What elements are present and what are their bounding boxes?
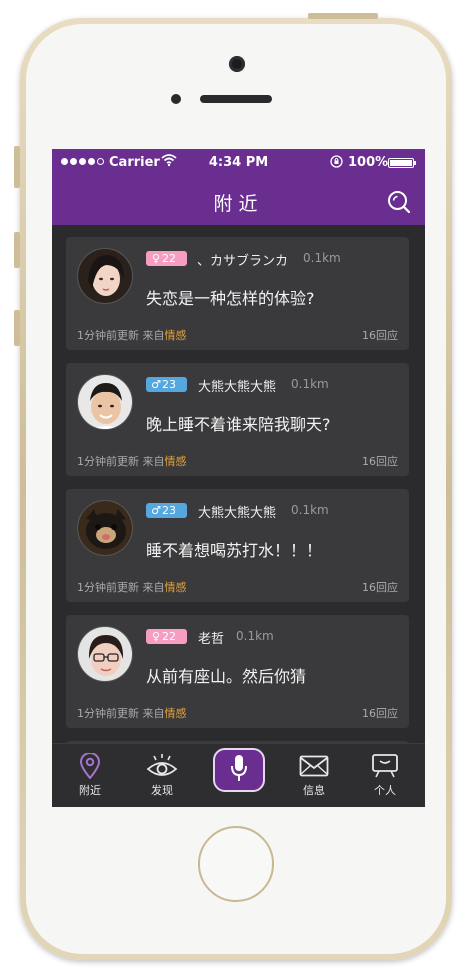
post-text[interactable]: 晚上睡不着谁来陪我聊天? — [146, 411, 331, 435]
front-camera — [229, 56, 245, 72]
power-button — [308, 13, 378, 19]
user-name[interactable]: 大熊大熊大熊 — [198, 502, 276, 521]
gender-age-badge: ♀ 22 — [146, 629, 187, 644]
gender-age-badge: ♀ 22 — [146, 251, 187, 266]
distance-label: 0.1km — [303, 251, 341, 265]
category-link[interactable]: 情感 — [165, 455, 187, 468]
post-card[interactable]: ♀ 22 老哲 0.1km 从前有座山。然后你猜 1分钟前更新 来自情感 16回应 — [66, 615, 409, 728]
category-link[interactable]: 情感 — [165, 707, 187, 720]
user-name[interactable]: 老哲 — [198, 628, 224, 647]
user-name[interactable]: 、カサブランカ — [197, 250, 288, 269]
eye-icon — [132, 750, 192, 782]
tab-messages[interactable]: 信息 — [284, 750, 344, 798]
post-card[interactable]: ♂23 大熊大熊大熊 0.1km 晚上睡不着谁来陪我聊天? 1分钟前更新 来自情… — [66, 363, 409, 476]
earpiece-speaker — [200, 95, 272, 103]
avatar[interactable] — [77, 500, 133, 556]
battery-percent: 100% — [348, 155, 389, 170]
post-text[interactable]: 从前有座山。然后你猜 — [146, 663, 306, 687]
age-label: 23 — [162, 378, 176, 391]
female-icon: ♀ — [151, 252, 161, 265]
from-label: 来自 — [142, 581, 165, 594]
updated-time: 1分钟前更新 — [77, 581, 139, 594]
gender-age-badge: ♂23 — [146, 503, 187, 518]
age-label: 22 — [162, 630, 176, 643]
tab-label: 附近 — [79, 784, 101, 797]
category-link[interactable]: 情感 — [165, 329, 187, 342]
male-icon: ♂ — [151, 504, 161, 517]
nav-bar: 附近 — [52, 177, 425, 225]
avatar[interactable] — [77, 374, 133, 430]
category-link[interactable]: 情感 — [165, 581, 187, 594]
post-text[interactable]: 失恋是一种怎样的体验? — [146, 285, 315, 309]
avatar[interactable] — [77, 626, 133, 682]
microphone-icon — [229, 753, 249, 787]
person-icon — [355, 750, 415, 782]
from-label: 来自 — [142, 455, 165, 468]
voice-record-button[interactable] — [213, 748, 265, 792]
post-meta: 1分钟前更新 来自情感 — [77, 579, 187, 595]
post-text[interactable]: 睡不着想喝苏打水！！！ — [146, 537, 322, 561]
age-label: 23 — [162, 504, 176, 517]
search-icon[interactable] — [386, 189, 412, 215]
tab-label: 发现 — [151, 784, 173, 797]
tab-label: 信息 — [303, 784, 325, 797]
envelope-icon — [284, 750, 344, 782]
reply-count[interactable]: 16回应 — [362, 327, 398, 343]
updated-time: 1分钟前更新 — [77, 707, 139, 720]
male-icon: ♂ — [151, 378, 161, 391]
battery-icon — [388, 158, 414, 168]
age-label: 22 — [162, 252, 176, 265]
volume-down-button — [14, 310, 20, 346]
avatar[interactable] — [77, 248, 133, 304]
location-pin-icon — [60, 750, 120, 782]
reply-count[interactable]: 16回应 — [362, 705, 398, 721]
distance-label: 0.1km — [291, 377, 329, 391]
tab-label: 个人 — [374, 784, 396, 797]
distance-label: 0.1km — [236, 629, 274, 643]
rotation-lock-icon — [330, 155, 343, 171]
from-label: 来自 — [142, 707, 165, 720]
user-name[interactable]: 大熊大熊大熊 — [198, 376, 276, 395]
tab-nearby[interactable]: 附近 — [60, 750, 120, 798]
post-card[interactable]: ♀ 22 、カサブランカ 0.1km 失恋是一种怎样的体验? 1分钟前更新 来自情… — [66, 237, 409, 350]
from-label: 来自 — [142, 329, 165, 342]
volume-up-button — [14, 232, 20, 268]
post-feed[interactable]: ♀ 22 、カサブランカ 0.1km 失恋是一种怎样的体验? 1分钟前更新 来自情… — [52, 225, 425, 751]
tab-bar: 附近 发现 信息 个人 — [52, 743, 425, 807]
gender-age-badge: ♂23 — [146, 377, 187, 392]
home-button[interactable] — [198, 826, 274, 902]
app-screen: Carrier 4:34 PM 100% 附近 ♀ 22 、カサブランカ 0.1… — [52, 149, 425, 807]
distance-label: 0.1km — [291, 503, 329, 517]
page-title: 附近 — [213, 193, 264, 215]
post-card[interactable]: ♂23 大熊大熊大熊 0.1km 睡不着想喝苏打水！！！ 1分钟前更新 来自情感… — [66, 489, 409, 602]
female-icon: ♀ — [151, 630, 161, 643]
proximity-sensor — [171, 94, 181, 104]
status-bar: Carrier 4:34 PM 100% — [52, 149, 425, 177]
post-meta: 1分钟前更新 来自情感 — [77, 327, 187, 343]
tab-discover[interactable]: 发现 — [132, 750, 192, 798]
updated-time: 1分钟前更新 — [77, 329, 139, 342]
reply-count[interactable]: 16回应 — [362, 453, 398, 469]
post-meta: 1分钟前更新 来自情感 — [77, 705, 187, 721]
mute-switch — [14, 146, 20, 188]
updated-time: 1分钟前更新 — [77, 455, 139, 468]
reply-count[interactable]: 16回应 — [362, 579, 398, 595]
tab-profile[interactable]: 个人 — [355, 750, 415, 798]
post-meta: 1分钟前更新 来自情感 — [77, 453, 187, 469]
